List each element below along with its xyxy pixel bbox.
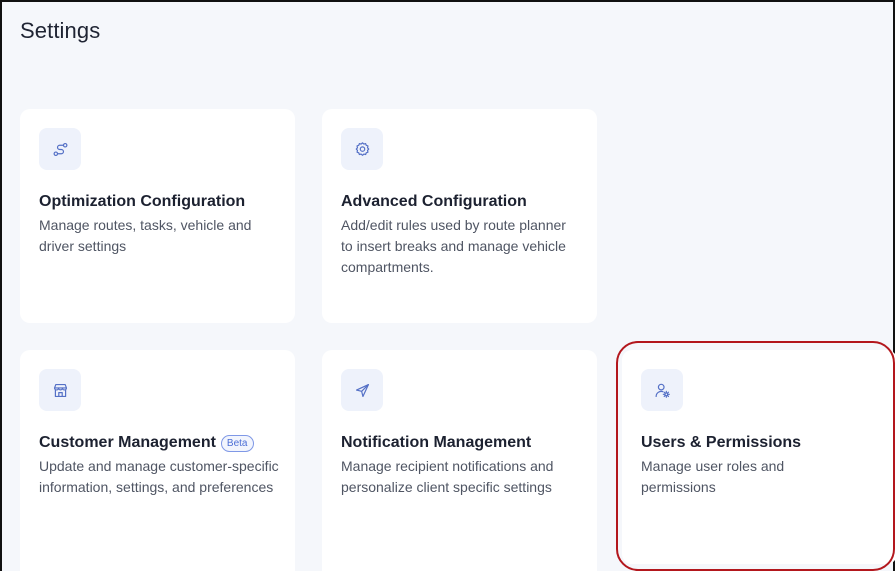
users-permissions-card[interactable]: Users & Permissions Manage user roles an…: [622, 350, 895, 564]
store-icon-tile: [39, 369, 81, 411]
beta-badge: Beta: [220, 434, 254, 452]
gear-icon: [355, 141, 369, 156]
send-icon: [355, 383, 369, 397]
store-icon: [53, 383, 67, 397]
card-description: Add/edit rules used by route planner to …: [341, 217, 566, 275]
optimization-configuration-card[interactable]: Optimization Configuration Manage routes…: [20, 109, 295, 323]
card-title-text: Customer Management: [39, 434, 216, 451]
card-title: Optimization Configuration: [39, 193, 246, 210]
card-description: Update and manage customer-specific info…: [39, 458, 279, 495]
advanced-configuration-card[interactable]: Advanced Configuration Add/edit rules us…: [322, 109, 597, 323]
send-icon-tile: [341, 369, 383, 411]
card-title: Customer Management Beta: [39, 434, 254, 452]
card-description: Manage recipient notifications and perso…: [341, 458, 554, 495]
settings-page: Settings Optimization Configuration Mana…: [0, 0, 895, 571]
route-icon-tile: [39, 128, 81, 170]
gear-icon-tile: [341, 128, 383, 170]
user-gear-icon: [655, 383, 670, 398]
card-description: Manage user roles and permissions: [641, 458, 785, 495]
route-icon: [53, 142, 67, 156]
card-title: Advanced Configuration: [341, 193, 527, 210]
page-title: Settings: [20, 18, 101, 43]
card-description: Manage routes, tasks, vehicle and driver…: [39, 217, 252, 254]
card-title: Users & Permissions: [641, 434, 802, 451]
user-gear-icon-tile: [641, 369, 683, 411]
notification-management-card[interactable]: Notification Management Manage recipient…: [322, 350, 597, 571]
card-title: Notification Management: [341, 434, 532, 451]
customer-management-card[interactable]: Customer Management Beta Update and mana…: [20, 350, 295, 571]
